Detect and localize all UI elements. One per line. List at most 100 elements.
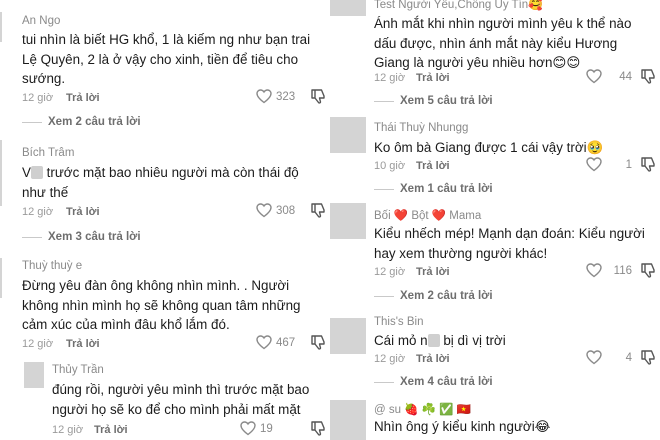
reply-button[interactable]: Trả lời [416,160,450,172]
reply-button[interactable]: Trả lời [66,92,100,104]
comment-username[interactable]: Thủy Trần [52,364,104,376]
avatar[interactable] [330,117,366,153]
avatar[interactable] [330,203,366,239]
view-replies-label: Xem 2 câu trả lời [400,290,493,302]
comment-text: đúng rồi, người yêu mình thì trước mặt b… [52,382,310,417]
like-button[interactable]: 4 [586,350,632,365]
like-count: 308 [276,204,296,217]
like-count: 4 [625,351,632,364]
blush-emoji: 😊😊 [552,55,581,70]
like-count: 1 [625,158,632,171]
heart-icon [586,157,602,172]
comment-text: Cái mỏ n bị dì vị trời [374,331,644,351]
teary-face-emoji: 🥹 [586,140,604,155]
reply-button[interactable]: Trả lời [66,338,100,350]
heart-icon [586,69,602,84]
username-text: Test Người Yêu,Chồng Uy Tín [374,0,529,11]
reply-button[interactable]: Trả lời [94,424,128,436]
left-comment-panel: An Ngo tui nhìn là biết HG khổ, 1 là kiế… [0,0,330,440]
avatar[interactable] [0,12,2,42]
dislike-icon[interactable] [311,89,325,104]
dislike-icon[interactable] [641,263,655,278]
view-replies-label: Xem 1 câu trả lời [400,183,493,195]
reply-button[interactable]: Trả lời [416,72,450,84]
comment-time: 12 giờ [374,72,406,84]
avatar[interactable] [24,362,44,388]
like-button[interactable]: 308 [256,203,295,218]
right-comment-panel: Test Người Yêu,Chồng Uy Tín🥰 Ánh mắt khi… [330,0,660,440]
comment-username[interactable]: Test Người Yêu,Chồng Uy Tín🥰 [374,0,543,11]
divider-line [22,236,42,238]
avatar[interactable] [330,318,366,354]
comment-username[interactable]: @ su 🍓 ☘️ ✅ 🇻🇳 [374,402,471,416]
like-count: 467 [276,336,296,349]
comment-username[interactable]: An Ngo [22,15,60,27]
dislike-icon[interactable] [641,350,655,365]
comment-username[interactable]: This's Bin [374,316,424,328]
avatar[interactable] [0,140,2,206]
dislike-icon[interactable] [641,157,655,172]
laughing-emoji: 😂 [534,419,551,434]
divider-line [374,381,394,383]
view-replies-label: Xem 4 câu trả lời [400,376,493,388]
view-replies-label: Xem 5 câu trả lời [400,95,493,107]
reply-button[interactable]: Trả lời [416,353,450,365]
comment-text-start: V [22,165,31,180]
comment-username[interactable]: Thuỳ thuỳ e [22,260,82,272]
heart-icon [256,335,272,350]
avatar[interactable] [330,0,366,16]
like-button[interactable]: 44 [586,69,632,84]
avatar[interactable] [330,400,366,440]
heart-icon [586,263,602,278]
dislike-icon[interactable] [311,203,325,218]
censored-block [30,166,43,179]
view-replies-button[interactable]: Xem 5 câu trả lời [374,95,493,107]
like-count: 323 [276,90,296,103]
comment-text-start: Cái mỏ n [374,333,428,348]
comment-username[interactable]: Thái Thuỳ Nhungg [374,122,468,134]
comment-text-body: Nhìn ông ý kiểu kinh người [374,419,535,434]
comment-text: V trước mặt bao nhiêu người mà còn thái … [22,163,312,202]
comment-text: Ánh mắt khi nhìn người mình yêu k thể nà… [374,14,644,73]
reply-button[interactable]: Trả lời [416,266,450,278]
comment-text: Kiểu nhếch mép! Mạnh dạn đoán: Kiểu ngườ… [374,226,645,261]
comment-time: 12 giờ [22,92,54,104]
divider-line [22,121,42,123]
like-button[interactable]: 323 [256,89,295,104]
smiling-hearts-emoji: 🥰 [528,0,544,11]
dislike-icon[interactable] [311,335,325,350]
comment-text: Nhìn ông ý kiểu kinh người😂 [374,417,644,437]
comment-username[interactable]: Bối ❤️ Bột ❤️ Mama [374,208,481,222]
like-button[interactable]: 19 [240,421,273,436]
divider-line [374,295,394,297]
heart-icon [256,89,272,104]
dislike-icon[interactable] [641,69,655,84]
view-replies-button[interactable]: Xem 4 câu trả lời [374,376,493,388]
heart-icon [256,203,272,218]
heart-icon [240,421,256,436]
reply-button[interactable]: Trả lời [66,206,100,218]
heart-icon [586,350,602,365]
comment-text: Đừng yêu đàn ông không nhìn mình. . Ngườ… [22,278,301,332]
comment-time: 12 giờ [22,206,54,218]
like-button[interactable]: 1 [586,157,632,172]
divider-line [374,188,394,190]
view-replies-button[interactable]: Xem 2 câu trả lời [22,116,141,128]
comment-username[interactable]: Bích Trâm [22,147,74,159]
comment-time: 12 giờ [52,424,84,436]
view-replies-button[interactable]: Xem 2 câu trả lời [374,290,493,302]
view-replies-label: Xem 3 câu trả lời [48,231,141,243]
comment-text: tui nhìn là biết HG khổ, 1 là kiếm ng nh… [22,32,311,86]
comment-time: 12 giờ [374,266,406,278]
like-button[interactable]: 467 [256,335,295,350]
avatar[interactable] [0,258,2,298]
like-button[interactable]: 116 [586,263,632,278]
comment-text-body: Ko ôm bà Giang được 1 cái vậy trời [374,140,587,155]
comment-time: 12 giờ [374,353,406,365]
comment-time: 12 giờ [22,338,54,350]
comment-text: Ko ôm bà Giang được 1 cái vậy trời🥹 [374,138,644,158]
dislike-icon[interactable] [311,421,325,436]
view-replies-button[interactable]: Xem 1 câu trả lời [374,183,493,195]
censored-block [427,334,440,347]
view-replies-button[interactable]: Xem 3 câu trả lời [22,231,141,243]
